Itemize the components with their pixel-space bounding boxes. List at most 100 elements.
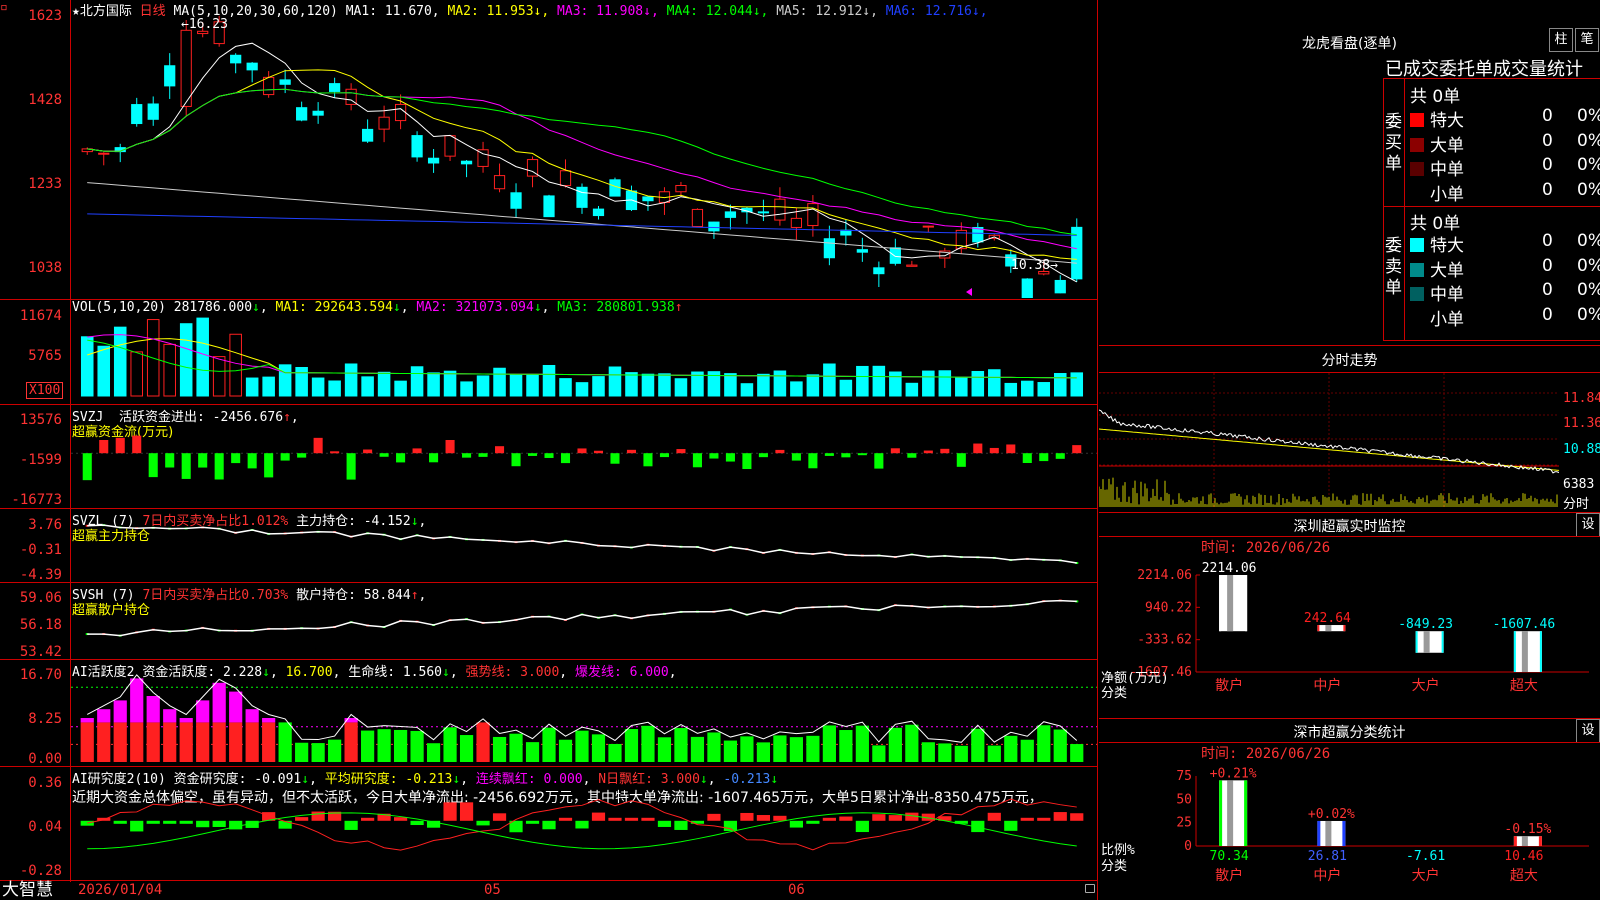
candle-body xyxy=(592,208,605,217)
flow-bar xyxy=(264,453,274,478)
bar-value-label: 26.81 xyxy=(1308,849,1347,864)
chart-area[interactable]: ▫ ★北方国际 日线 MA(5,10,20,30,60,120) MA1: 11… xyxy=(0,0,1098,900)
svzl-chart[interactable] xyxy=(71,522,1097,580)
research-bar xyxy=(1070,813,1084,821)
candle-body xyxy=(279,79,291,85)
active-bar-burst xyxy=(245,709,259,723)
research-bar xyxy=(1004,820,1018,831)
candle-body xyxy=(856,249,868,253)
lock-icon[interactable] xyxy=(1085,884,1095,893)
sell-row-3: 中单 0 0% xyxy=(1410,280,1600,305)
classify-bar-chart[interactable]: 75 50 25 0 +0.21% 70.34 散户 +0.02% 26.81 中户 -7.61 大户… xyxy=(1099,762,1600,900)
flow-bar xyxy=(610,453,620,464)
svsh-tick-2: 56.18 xyxy=(19,617,62,633)
classify-time: 时间: 2026/06/26 xyxy=(1201,746,1331,762)
research-bar xyxy=(212,820,226,827)
row-percent: 0% xyxy=(1577,179,1600,200)
buy-rows: 特大 0 0% 大单 0 0% 中单 0 0% 小单 0 0% xyxy=(1410,106,1600,205)
active-bar xyxy=(525,742,540,762)
vol-header: VOL(5,10,20) 281786.000↓, MA1: 292643.59… xyxy=(72,300,683,315)
classify-settings-button[interactable]: 设 xyxy=(1576,719,1600,743)
monitor-bar-chart[interactable]: 2214.06 940.22 -333.62 -1607.46 2214.06 散户 242… xyxy=(1099,555,1600,715)
flow-bar xyxy=(132,435,142,454)
active-bar-burst xyxy=(229,691,243,723)
flow-bar xyxy=(659,453,669,458)
bar-edge-right xyxy=(1538,836,1542,846)
research-bar xyxy=(492,813,507,821)
y-tick-label: 75 xyxy=(1176,769,1192,784)
research-bar xyxy=(789,820,803,828)
flow-bar xyxy=(82,453,92,481)
volume-bar xyxy=(674,378,688,397)
candle-body xyxy=(394,103,407,122)
category-label: 分类 xyxy=(1101,686,1127,701)
ai2-header: AI研究度2(10) 资金研究度: -0.091↓, 平均研究度: -0.213… xyxy=(72,772,779,787)
flow-bar xyxy=(280,453,290,461)
active-bar xyxy=(674,728,688,762)
candle-body xyxy=(559,170,572,187)
bar-2 xyxy=(1317,820,1346,846)
monitor-settings-button[interactable]: 设 xyxy=(1576,513,1600,537)
candle-body xyxy=(691,208,704,227)
active-bar-burst xyxy=(262,718,276,723)
volume-chart[interactable] xyxy=(71,314,1097,398)
svzl-tick-2: -0.31 xyxy=(19,542,62,558)
volume-bar xyxy=(460,381,473,397)
ai2-chart[interactable] xyxy=(71,790,1097,878)
research-bar xyxy=(773,815,787,821)
volume-bar xyxy=(559,378,572,397)
candle-body xyxy=(329,83,341,92)
volume-bar xyxy=(608,366,622,397)
bar-change-label: +0.02% xyxy=(1308,807,1355,822)
flow-bar xyxy=(890,448,900,454)
ai1-chart[interactable] xyxy=(71,674,1097,764)
row-value: 0 xyxy=(1542,155,1553,175)
intraday-chart[interactable] xyxy=(1099,373,1559,509)
active-bar xyxy=(443,727,457,762)
svzj-tick-1: 13576 xyxy=(19,412,62,428)
flow-bar xyxy=(297,453,307,458)
bar-value-label: -7.61 xyxy=(1406,849,1445,864)
candle-body xyxy=(361,128,374,142)
flow-bar xyxy=(495,446,505,454)
active-bar xyxy=(641,725,655,762)
flow-bar xyxy=(511,453,521,467)
flow-bar xyxy=(989,447,999,454)
candle-body xyxy=(889,247,901,264)
candle-body xyxy=(230,54,242,64)
active-bar xyxy=(344,722,358,762)
active-bar xyxy=(954,745,968,762)
research-bar xyxy=(525,820,540,824)
row-value: 0 xyxy=(1542,231,1553,251)
volume-bar xyxy=(790,381,803,397)
active-bar xyxy=(80,722,94,762)
research-bar xyxy=(459,802,474,821)
active-bar-burst xyxy=(179,718,193,723)
active-bar xyxy=(707,732,721,762)
active-bar xyxy=(229,722,243,762)
brand-label[interactable]: 大智慧 xyxy=(2,881,53,900)
svzj-chart[interactable] xyxy=(71,418,1097,506)
volume-bar xyxy=(1004,382,1018,397)
ma-line-1 xyxy=(87,42,1078,283)
svsh-chart[interactable] xyxy=(71,598,1097,658)
svzl-tick-3: -4.39 xyxy=(19,567,62,583)
cursor-marker xyxy=(966,288,972,296)
bar-value-label: -849.23 xyxy=(1398,617,1453,632)
avg-research-line xyxy=(87,812,1077,850)
row-value: 0 xyxy=(1542,255,1553,276)
active-bar xyxy=(196,722,210,762)
flow-bar xyxy=(330,451,340,454)
y-tick-label: 25 xyxy=(1176,816,1192,831)
tick-mode-button[interactable]: 笔 xyxy=(1575,28,1599,52)
bar-category: 中户 xyxy=(1313,867,1341,884)
candle-body xyxy=(131,104,143,125)
vol-tick-1: 11674 xyxy=(19,308,62,324)
color-swatch xyxy=(1410,311,1424,326)
active-bar-burst xyxy=(97,709,111,723)
research-bar xyxy=(888,815,902,821)
active-bar xyxy=(888,727,902,762)
research-bar xyxy=(839,816,853,821)
candlestick-chart[interactable]: ←16.23 10.38→ xyxy=(71,14,1097,298)
bar-mode-button[interactable]: 柱 xyxy=(1549,28,1573,52)
